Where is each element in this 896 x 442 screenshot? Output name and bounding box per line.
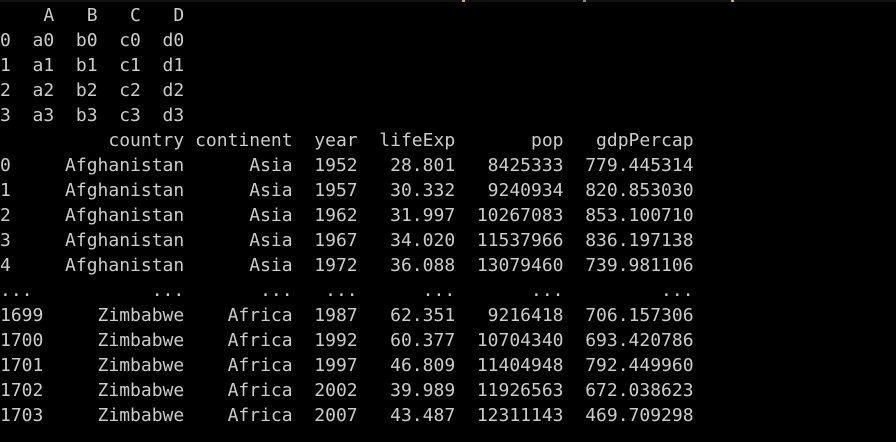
df2-row: 0 Afghanistan Asia 1952 28.801 8425333 7… (0, 155, 694, 176)
df2-row: 2 Afghanistan Asia 1962 31.997 10267083 … (0, 205, 694, 226)
df2-row: 1701 Zimbabwe Africa 1997 46.809 1140494… (0, 355, 694, 376)
df1-row: 2 a2 b2 c2 d2 (0, 80, 185, 101)
df1-row: 0 a0 b0 c0 d0 (0, 30, 185, 51)
df2-row: 1702 Zimbabwe Africa 2002 39.989 1192656… (0, 380, 694, 401)
df2-row: 1700 Zimbabwe Africa 1992 60.377 1070434… (0, 330, 694, 351)
clipped-glyph (731, 0, 734, 2)
dataframe-1: A B C D 0 a0 b0 c0 d0 1 a1 b1 c1 d1 2 a2… (0, 3, 896, 128)
df1-header-row: A B C D (0, 5, 185, 26)
clipped-previous-line (0, 0, 896, 2)
df2-row: 3 Afghanistan Asia 1967 34.020 11537966 … (0, 230, 694, 251)
df1-row: 1 a1 b1 c1 d1 (0, 55, 185, 76)
df2-header-row: country continent year lifeExp pop gdpPe… (0, 130, 694, 151)
df2-row: 4 Afghanistan Asia 1972 36.088 13079460 … (0, 255, 694, 276)
df2-row: 1703 Zimbabwe Africa 2007 43.487 1231114… (0, 405, 694, 426)
clipped-glyph (583, 0, 586, 2)
dataframe-2: country continent year lifeExp pop gdpPe… (0, 128, 896, 428)
df2-row: 1699 Zimbabwe Africa 1987 62.351 9216418… (0, 305, 694, 326)
df1-row: 3 a3 b3 c3 d3 (0, 105, 185, 126)
df2-row: 1 Afghanistan Asia 1957 30.332 9240934 8… (0, 180, 694, 201)
df2-ellipsis-row: ... ... ... ... ... ... ... (0, 280, 694, 301)
clipped-glyph (462, 0, 465, 2)
terminal-output: A B C D 0 a0 b0 c0 d0 1 a1 b1 c1 d1 2 a2… (0, 0, 896, 442)
